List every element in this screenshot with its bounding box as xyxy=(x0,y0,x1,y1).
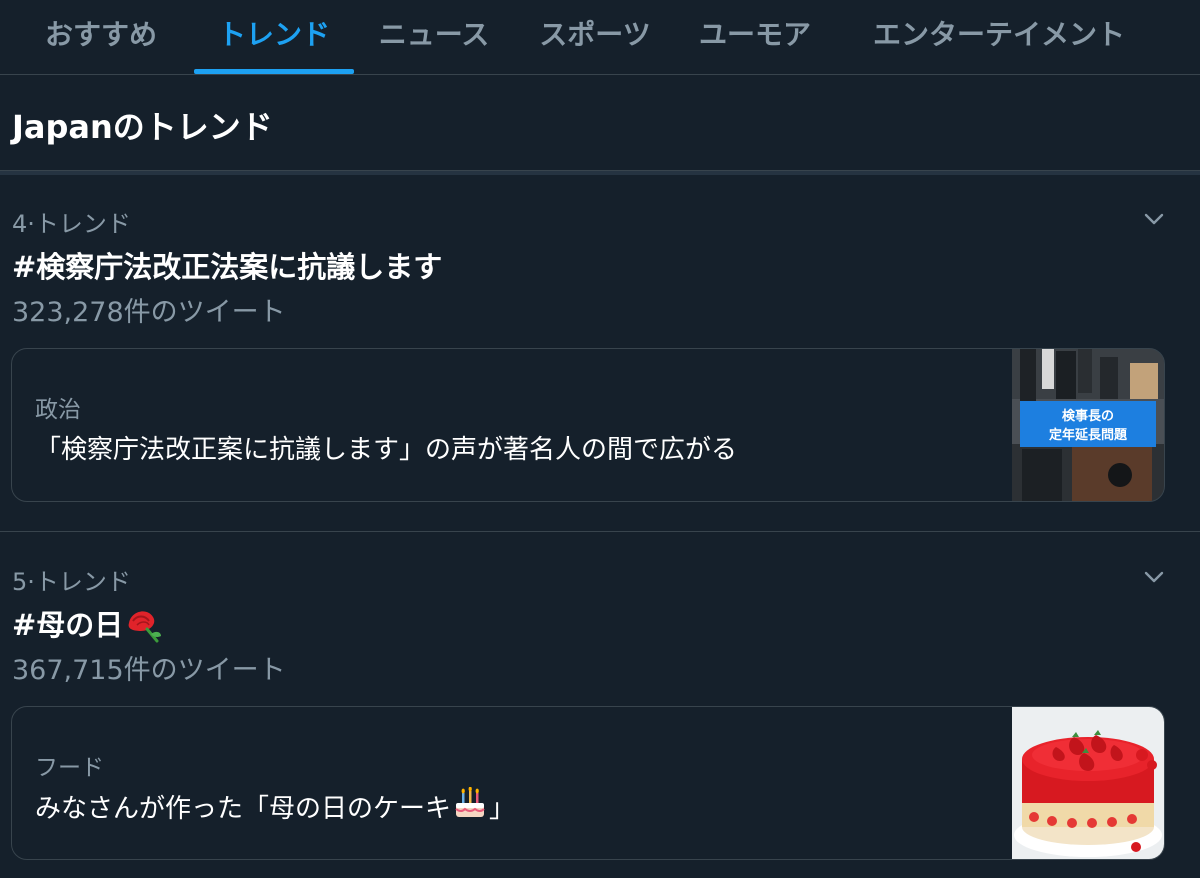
thumb-caption-line2: 定年延長問題 xyxy=(1048,427,1128,443)
tweet-count: 323,278件のツイート xyxy=(12,297,286,328)
trend-meta: 5·トレンド xyxy=(12,568,131,596)
tab-humor[interactable]: ユーモア xyxy=(690,0,820,74)
card-category: 政治 xyxy=(35,397,81,423)
rose-icon xyxy=(128,611,162,643)
trend-meta: 4·トレンド xyxy=(12,210,131,238)
birthday-cake-icon xyxy=(455,787,485,817)
tab-trending[interactable]: トレンド xyxy=(194,0,354,74)
tab-recommended[interactable]: おすすめ xyxy=(30,0,172,74)
tab-sports[interactable]: スポーツ xyxy=(530,0,660,74)
card-headline: 「検察庁法改正案に抗議します」の声が著名人の間で広がる xyxy=(35,435,738,465)
trend-item[interactable]: 4·トレンド #検察庁法改正法案に抗議します 323,278件のツイート 政治 … xyxy=(0,174,1200,531)
news-card[interactable]: 政治 「検察庁法改正案に抗議します」の声が著名人の間で広がる 検事長の 定年延長… xyxy=(11,348,1165,502)
section-title: Japanのトレンド xyxy=(12,108,273,146)
news-thumbnail-image: 検事長の 定年延長問題 xyxy=(1012,349,1164,501)
trend-name[interactable]: #検察庁法改正法案に抗議します xyxy=(12,244,442,286)
tweet-count: 367,715件のツイート xyxy=(12,655,286,686)
trend-name: #母の日 xyxy=(12,608,124,642)
tab-entertainment[interactable]: エンターテイメント xyxy=(860,0,1138,74)
tab-news[interactable]: ニュース xyxy=(372,0,496,74)
card-headline-suffix: 」 xyxy=(489,794,516,824)
cake-thumbnail-image xyxy=(1012,707,1164,859)
chevron-down-icon[interactable] xyxy=(1141,206,1167,232)
card-headline-text: みなさんが作った「母の日のケーキ xyxy=(35,794,452,824)
trend-name-row[interactable]: #母の日 xyxy=(12,602,165,645)
card-category: フード xyxy=(35,755,104,781)
thumb-caption-line1: 検事長の xyxy=(1062,408,1114,424)
chevron-down-icon[interactable] xyxy=(1141,564,1167,590)
trend-item[interactable]: 5·トレンド #母の日 367,715件のツイート フード みなさんが作った「母… xyxy=(0,532,1200,878)
active-tab-indicator xyxy=(194,69,354,74)
card-headline: みなさんが作った「母の日のケーキ 」 xyxy=(35,787,515,825)
explore-tabs: おすすめ トレンド ニュース スポーツ ユーモア エンターテイメント xyxy=(0,0,1200,75)
news-card[interactable]: フード みなさんが作った「母の日のケーキ 」 xyxy=(11,706,1165,860)
